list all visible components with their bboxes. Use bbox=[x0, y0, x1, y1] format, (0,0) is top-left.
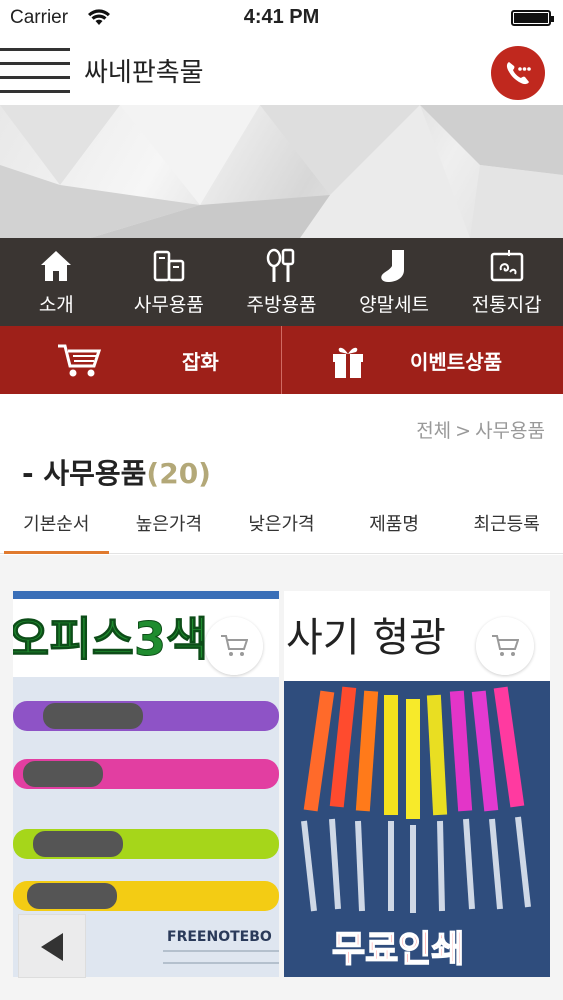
status-time: 4:41 PM bbox=[243, 6, 320, 28]
category-label: 양말세트 bbox=[359, 294, 430, 316]
page-title: - 사무용품(20) bbox=[22, 452, 211, 492]
gift-icon bbox=[333, 347, 363, 378]
tab-low-price[interactable]: 낮은가격 bbox=[225, 496, 338, 553]
back-arrow-icon bbox=[41, 933, 63, 961]
product-image-text: 사기 형광 bbox=[286, 615, 446, 661]
app-header: 싸네판촉물 bbox=[0, 36, 563, 104]
home-icon bbox=[41, 251, 72, 281]
back-button[interactable] bbox=[18, 914, 86, 978]
product-image-caption: FREENOTEBO bbox=[167, 929, 272, 945]
tab-default-order[interactable]: 기본순서 bbox=[0, 496, 113, 554]
tab-product-name[interactable]: 제품명 bbox=[338, 496, 451, 553]
breadcrumb-separator: > bbox=[455, 420, 472, 442]
breadcrumb: 전체 > 사무용품 bbox=[416, 416, 545, 443]
sub-category-label: 잡화 bbox=[182, 350, 219, 374]
product-count: (20) bbox=[146, 457, 211, 490]
banner-image bbox=[0, 105, 563, 238]
sub-category-label: 이벤트상품 bbox=[410, 350, 502, 374]
category-label: 사무용품 bbox=[133, 294, 204, 316]
sub-category-nav: 잡화 이벤트상품 bbox=[0, 326, 563, 394]
breadcrumb-root[interactable]: 전체 bbox=[416, 420, 451, 442]
office-supplies-icon bbox=[153, 250, 185, 282]
sub-category-event[interactable]: 이벤트상품 bbox=[281, 326, 563, 394]
category-kitchen[interactable]: 주방용품 bbox=[225, 238, 338, 326]
page-title-text: - 사무용품 bbox=[22, 457, 147, 490]
kitchen-utensils-icon bbox=[267, 248, 295, 282]
status-bar: Carrier 4:41 PM bbox=[0, 0, 563, 36]
add-to-cart-button[interactable] bbox=[476, 617, 534, 675]
phone-icon bbox=[506, 62, 531, 85]
product-card[interactable]: 사기 형광 무료인쇄 bbox=[284, 591, 550, 977]
tab-high-price[interactable]: 높은가격 bbox=[113, 496, 226, 553]
breadcrumb-current[interactable]: 사무용품 bbox=[475, 420, 545, 442]
product-image-caption: 무료인쇄 bbox=[332, 929, 464, 970]
sub-category-goods[interactable]: 잡화 bbox=[0, 326, 281, 394]
add-to-cart-button[interactable] bbox=[205, 617, 263, 675]
category-label: 전통지갑 bbox=[471, 294, 542, 316]
category-socks[interactable]: 양말세트 bbox=[338, 238, 451, 326]
category-nav: 소개 사무용품 주방용품 양말세트 전통지갑 bbox=[0, 238, 563, 326]
tab-recent[interactable]: 최근등록 bbox=[450, 496, 563, 553]
category-label: 주방용품 bbox=[246, 294, 317, 316]
traditional-wallet-icon bbox=[490, 250, 523, 282]
cart-icon bbox=[221, 635, 248, 656]
category-intro[interactable]: 소개 bbox=[0, 238, 113, 326]
cart-icon bbox=[492, 635, 519, 656]
sort-tabs: 기본순서 높은가격 낮은가격 제품명 최근등록 bbox=[0, 496, 563, 554]
category-label: 소개 bbox=[38, 294, 74, 316]
cart-icon bbox=[58, 344, 102, 377]
app-title: 싸네판촉물 bbox=[84, 58, 204, 88]
category-wallet[interactable]: 전통지갑 bbox=[450, 238, 563, 326]
call-button[interactable] bbox=[491, 46, 545, 100]
menu-icon[interactable] bbox=[0, 42, 72, 98]
battery-icon bbox=[511, 10, 554, 26]
sock-icon bbox=[381, 250, 405, 282]
product-image-text: 오피스3색 bbox=[13, 612, 208, 666]
category-office-supplies[interactable]: 사무용품 bbox=[113, 238, 226, 326]
